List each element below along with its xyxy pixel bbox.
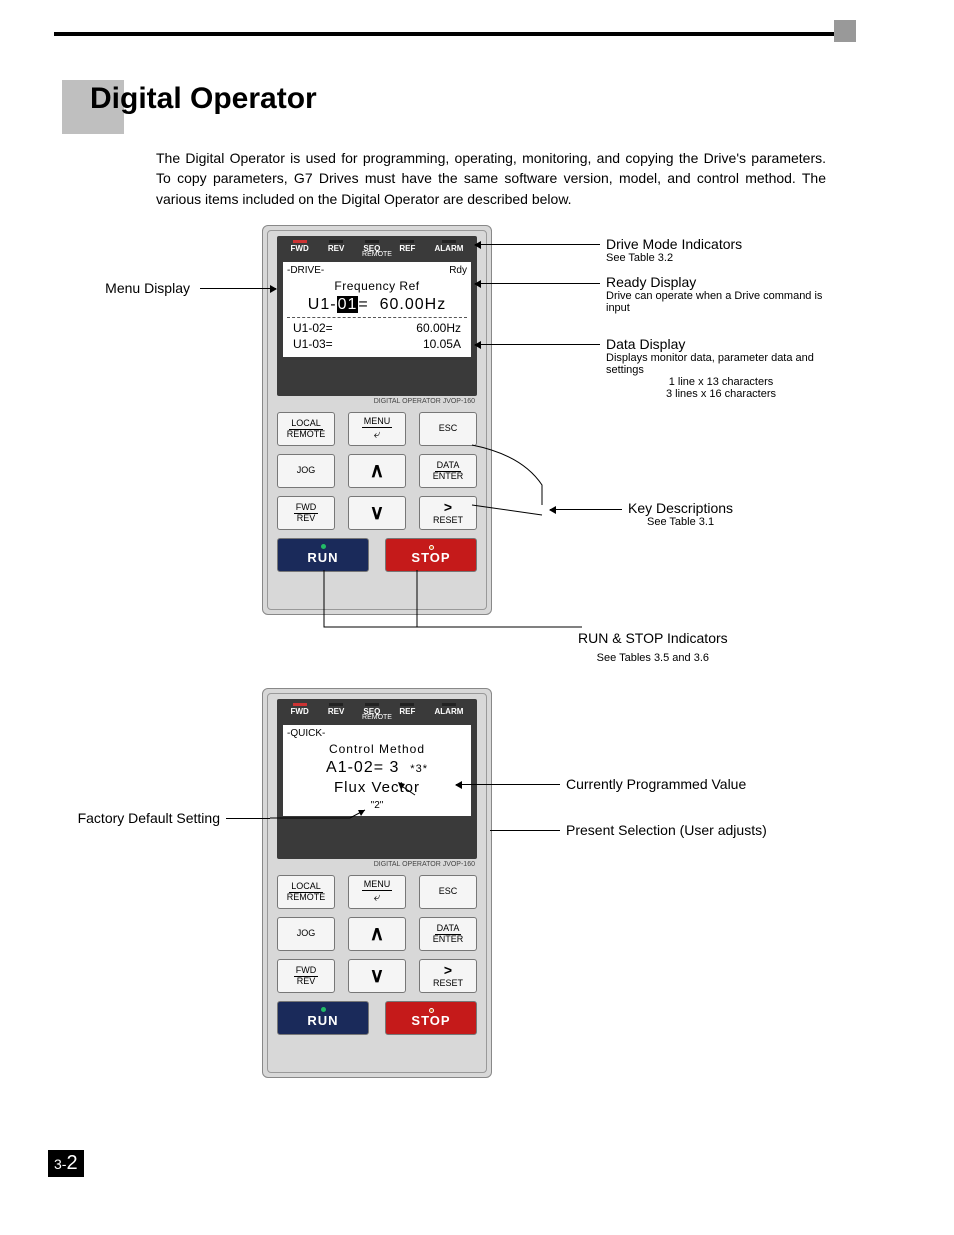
esc-button[interactable]: ESC — [419, 875, 477, 909]
callout-present-sel: Present Selection (User adjusts) — [566, 822, 767, 838]
run-button[interactable]: RUN — [277, 1001, 369, 1035]
local-remote-button[interactable]: LOCALREMOTE — [277, 412, 335, 446]
data-enter-button[interactable]: DATAENTER — [419, 917, 477, 951]
down-button[interactable]: ∨ — [348, 959, 406, 993]
page-title: Digital Operator — [90, 82, 317, 116]
jog-button[interactable]: JOG — [277, 454, 335, 488]
callout-menu-display: Menu Display — [40, 280, 190, 296]
menu-button[interactable]: MENU⤶ — [348, 412, 406, 446]
callout-key-desc: Key Descriptions See Table 3.1 — [628, 500, 733, 528]
menu-button[interactable]: MENU⤶ — [348, 875, 406, 909]
callout-data-display: Data Display Displays monitor data, para… — [606, 336, 836, 400]
reset-button[interactable]: >RESET — [419, 959, 477, 993]
ref-indicator: REF — [399, 244, 415, 253]
fwd-rev-button[interactable]: FWDREV — [277, 959, 335, 993]
jog-button[interactable]: JOG — [277, 917, 335, 951]
stop-button[interactable]: STOP — [385, 1001, 477, 1035]
run-button[interactable]: RUN — [277, 538, 369, 572]
lcd-area: FWD REV SEQ REF ALARM REMOTE -DRIVE-Rdy … — [277, 236, 477, 396]
up-button[interactable]: ∧ — [348, 454, 406, 488]
reset-button[interactable]: >RESET — [419, 496, 477, 530]
callout-run-stop: RUN & STOP Indicators See Tables 3.5 and… — [578, 630, 728, 664]
fwd-rev-button[interactable]: FWDREV — [277, 496, 335, 530]
page-number: 3-2 — [48, 1150, 84, 1177]
lcd-screen: -DRIVE-Rdy Frequency Ref U1-01= 60.00Hz … — [283, 262, 471, 357]
rev-indicator: REV — [328, 244, 344, 253]
callout-current-prog: Currently Programmed Value — [566, 776, 746, 792]
alarm-indicator: ALARM — [435, 244, 464, 253]
fwd-indicator: FWD — [291, 244, 309, 253]
callout-factory-default: Factory Default Setting — [60, 810, 220, 826]
callout-drive-mode: Drive Mode Indicators See Table 3.2 — [606, 236, 742, 264]
esc-button[interactable]: ESC — [419, 412, 477, 446]
intro-text: The Digital Operator is used for program… — [156, 148, 826, 209]
stop-button[interactable]: STOP — [385, 538, 477, 572]
keypad: LOCALREMOTE MENU⤶ ESC JOG ∧ DATAENTER FW… — [277, 412, 477, 580]
operator-model-label: DIGITAL OPERATOR JVOP-160 — [374, 398, 475, 405]
local-remote-button[interactable]: LOCALREMOTE — [277, 875, 335, 909]
callout-ready: Ready Display Drive can operate when a D… — [606, 274, 836, 314]
down-button[interactable]: ∨ — [348, 496, 406, 530]
data-enter-button[interactable]: DATAENTER — [419, 454, 477, 488]
operator-panel-2: FWD REV SEQ REF ALARM REMOTE -QUICK- Con… — [262, 688, 492, 1078]
up-button[interactable]: ∧ — [348, 917, 406, 951]
operator-panel-1: FWD REV SEQ REF ALARM REMOTE -DRIVE-Rdy … — [262, 225, 492, 615]
